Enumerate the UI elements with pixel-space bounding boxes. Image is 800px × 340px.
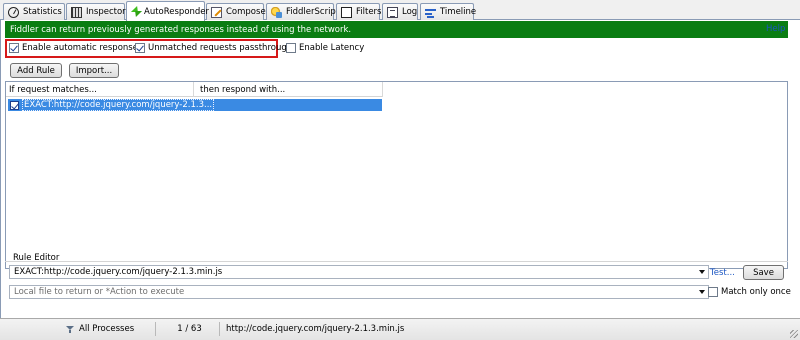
- session-count-text: 1 / 63: [177, 324, 202, 334]
- selected-url-text: http://code.jquery.com/jquery-2.1.3.min.…: [226, 324, 405, 334]
- fiddler-window: Statistics Inspectors AutoResponder Comp…: [0, 0, 800, 340]
- button-label: Save: [753, 267, 774, 278]
- tab-label: Filters: [356, 7, 382, 17]
- resize-grip-icon[interactable]: [790, 330, 798, 338]
- checkbox-label: Enable Latency: [299, 43, 365, 53]
- help-link[interactable]: Help: [766, 24, 785, 34]
- tab-fiddlerscript[interactable]: FiddlerScript: [266, 3, 339, 20]
- button-label: Add Rule: [17, 65, 55, 76]
- checkbox-label: Match only once: [721, 287, 791, 297]
- rules-list[interactable]: If request matches... then respond with.…: [5, 81, 788, 269]
- action-placeholder: Local file to return or *Action to execu…: [14, 287, 185, 297]
- action-combobox[interactable]: Local file to return or *Action to execu…: [9, 285, 709, 299]
- column-label: If request matches...: [9, 84, 97, 95]
- log-icon: [387, 6, 398, 18]
- rules-header: If request matches... then respond with.…: [6, 82, 383, 97]
- rule-row[interactable]: EXACT:http://code.jquery.com/jquery-2.1.…: [8, 99, 382, 111]
- rule-editor: EXACT:http://code.jquery.com/jquery-2.1.…: [5, 261, 791, 304]
- tab-filters[interactable]: Filters: [336, 3, 382, 20]
- tab-composer[interactable]: Composer: [206, 3, 269, 20]
- process-filter-label: All Processes: [79, 324, 135, 334]
- script-icon: [271, 6, 282, 18]
- checkbox-unchecked-icon: [286, 43, 296, 53]
- composer-icon: [211, 6, 222, 18]
- tab-label: Log: [402, 7, 418, 17]
- tab-label: Composer: [226, 7, 270, 17]
- funnel-icon: [66, 326, 74, 333]
- save-button[interactable]: Save: [743, 265, 784, 280]
- banner-text: Fiddler can return previously generated …: [10, 24, 352, 35]
- tab-inspectors[interactable]: Inspectors: [66, 3, 130, 20]
- checkbox-checked-icon: [135, 43, 145, 53]
- column-header-match[interactable]: If request matches...: [6, 82, 194, 97]
- tab-label: AutoResponder: [144, 6, 210, 17]
- enable-automatic-responses-checkbox[interactable]: Enable automatic responses: [9, 43, 142, 53]
- test-link[interactable]: Test...: [710, 268, 735, 278]
- button-label: Import...: [75, 65, 113, 76]
- status-bar: All Processes 1 / 63 http://code.jquery.…: [0, 318, 800, 340]
- tab-strip: Statistics Inspectors AutoResponder Comp…: [0, 0, 800, 21]
- match-value: EXACT:http://code.jquery.com/jquery-2.1.…: [14, 267, 223, 277]
- column-label: then respond with...: [200, 84, 286, 95]
- session-count: 1 / 63: [160, 322, 220, 336]
- unmatched-passthrough-checkbox[interactable]: Unmatched requests passthrough: [135, 43, 292, 53]
- add-rule-button[interactable]: Add Rule: [10, 63, 62, 78]
- tab-label: FiddlerScript: [286, 7, 340, 17]
- dropdown-arrow-icon[interactable]: [699, 270, 705, 274]
- checkbox-unchecked-icon: [708, 287, 718, 297]
- match-only-once-checkbox[interactable]: Match only once: [708, 287, 791, 297]
- info-banner: Fiddler can return previously generated …: [5, 21, 788, 38]
- lightning-icon: [131, 6, 140, 17]
- tab-label: Timeline: [440, 7, 477, 17]
- import-button[interactable]: Import...: [69, 63, 119, 78]
- tab-autoresponder[interactable]: AutoResponder: [126, 1, 209, 21]
- checkbox-label: Unmatched requests passthrough: [148, 43, 293, 53]
- tab-log[interactable]: Log: [382, 3, 418, 20]
- stopwatch-icon: [8, 6, 19, 18]
- checkbox-checked-icon: [9, 43, 19, 53]
- rule-match-text: EXACT:http://code.jquery.com/jquery-2.1.…: [22, 99, 215, 111]
- dropdown-arrow-icon[interactable]: [699, 290, 705, 294]
- rule-enabled-checkbox[interactable]: [10, 100, 19, 110]
- column-header-respond[interactable]: then respond with...: [194, 82, 383, 97]
- tab-label: Statistics: [23, 7, 62, 17]
- timeline-icon: [425, 7, 436, 18]
- filter-checkbox-icon: [341, 6, 352, 18]
- selected-url: http://code.jquery.com/jquery-2.1.3.min.…: [220, 322, 410, 336]
- tab-statistics[interactable]: Statistics: [3, 3, 65, 20]
- enable-latency-checkbox[interactable]: Enable Latency: [286, 43, 364, 53]
- tab-timeline[interactable]: Timeline: [420, 3, 477, 20]
- tab-label: Inspectors: [86, 7, 131, 17]
- process-filter[interactable]: All Processes: [60, 322, 156, 336]
- inspectors-icon: [71, 6, 82, 18]
- match-combobox[interactable]: EXACT:http://code.jquery.com/jquery-2.1.…: [9, 265, 709, 279]
- checkbox-label: Enable automatic responses: [22, 43, 143, 53]
- autoresponder-panel: Fiddler can return previously generated …: [0, 20, 800, 318]
